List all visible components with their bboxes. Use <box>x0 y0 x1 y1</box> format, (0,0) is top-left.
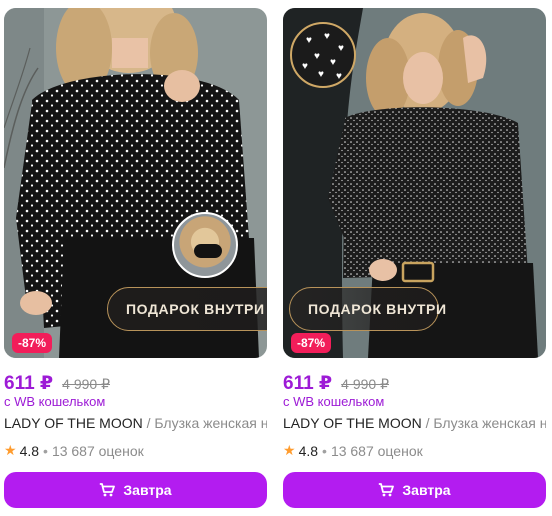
product-image[interactable]: ПОДАРОК ВНУТРИ -87% <box>4 8 267 358</box>
product-title[interactable]: LADY OF THE MOON / Блузка женская нарядн… <box>283 415 546 431</box>
wallet-note: с WB кошельком <box>283 394 385 409</box>
discount-badge: -87% <box>291 333 332 353</box>
brand-name: LADY OF THE MOON <box>283 415 422 431</box>
star-icon: ★ <box>283 442 296 458</box>
rating-row: ★ 4.8 • 13 687 оценок <box>283 442 423 459</box>
cart-icon <box>100 483 116 497</box>
rating-row: ★ 4.8 • 13 687 оценок <box>4 442 144 459</box>
price: 611 ₽ <box>4 373 54 394</box>
brand-name: LADY OF THE MOON <box>4 415 143 431</box>
product-card[interactable]: ПОДАРОК ВНУТРИ -87% 611 ₽ 4 990 ₽ с WB к… <box>4 8 267 508</box>
discount-badge: -87% <box>12 333 53 353</box>
cart-button-label: Завтра <box>123 482 172 498</box>
wallet-note: с WB кошельком <box>4 394 106 409</box>
price: 611 ₽ <box>283 373 333 394</box>
product-card[interactable]: ♥ ♥ ♥ ♥ ♥ ♥ ♥ ♥ ПОДАРОК ВНУТРИ -87% 611 … <box>283 8 546 508</box>
rating-value: 4.8 <box>298 442 319 459</box>
product-name: / Блузка женская нарядная <box>425 415 546 431</box>
gift-banner: ПОДАРОК ВНУТРИ <box>107 287 267 331</box>
separator-dot: • <box>322 442 327 459</box>
price-row: 611 ₽ 4 990 ₽ <box>4 372 110 395</box>
product-title[interactable]: LADY OF THE MOON / Блузка женская нарядн… <box>4 415 267 431</box>
separator-dot: • <box>43 442 48 459</box>
add-to-cart-button[interactable]: Завтра <box>283 472 546 508</box>
star-icon: ★ <box>4 442 17 458</box>
hearts-print-icon: ♥ ♥ ♥ ♥ ♥ ♥ ♥ ♥ <box>290 22 356 88</box>
rating-value: 4.8 <box>19 442 40 459</box>
price-row: 611 ₽ 4 990 ₽ <box>283 372 389 395</box>
old-price: 4 990 ₽ <box>62 376 110 392</box>
cart-icon <box>379 483 395 497</box>
cart-button-label: Завтра <box>402 482 451 498</box>
reviews-count: 13 687 оценок <box>51 442 144 459</box>
product-image[interactable]: ♥ ♥ ♥ ♥ ♥ ♥ ♥ ♥ ПОДАРОК ВНУТРИ -87% <box>283 8 546 358</box>
gift-banner: ПОДАРОК ВНУТРИ <box>289 287 446 331</box>
product-name: / Блузка женская нарядная <box>146 415 267 431</box>
zoom-inset-icon <box>172 212 238 278</box>
old-price: 4 990 ₽ <box>341 376 389 392</box>
reviews-count: 13 687 оценок <box>330 442 423 459</box>
add-to-cart-button[interactable]: Завтра <box>4 472 267 508</box>
